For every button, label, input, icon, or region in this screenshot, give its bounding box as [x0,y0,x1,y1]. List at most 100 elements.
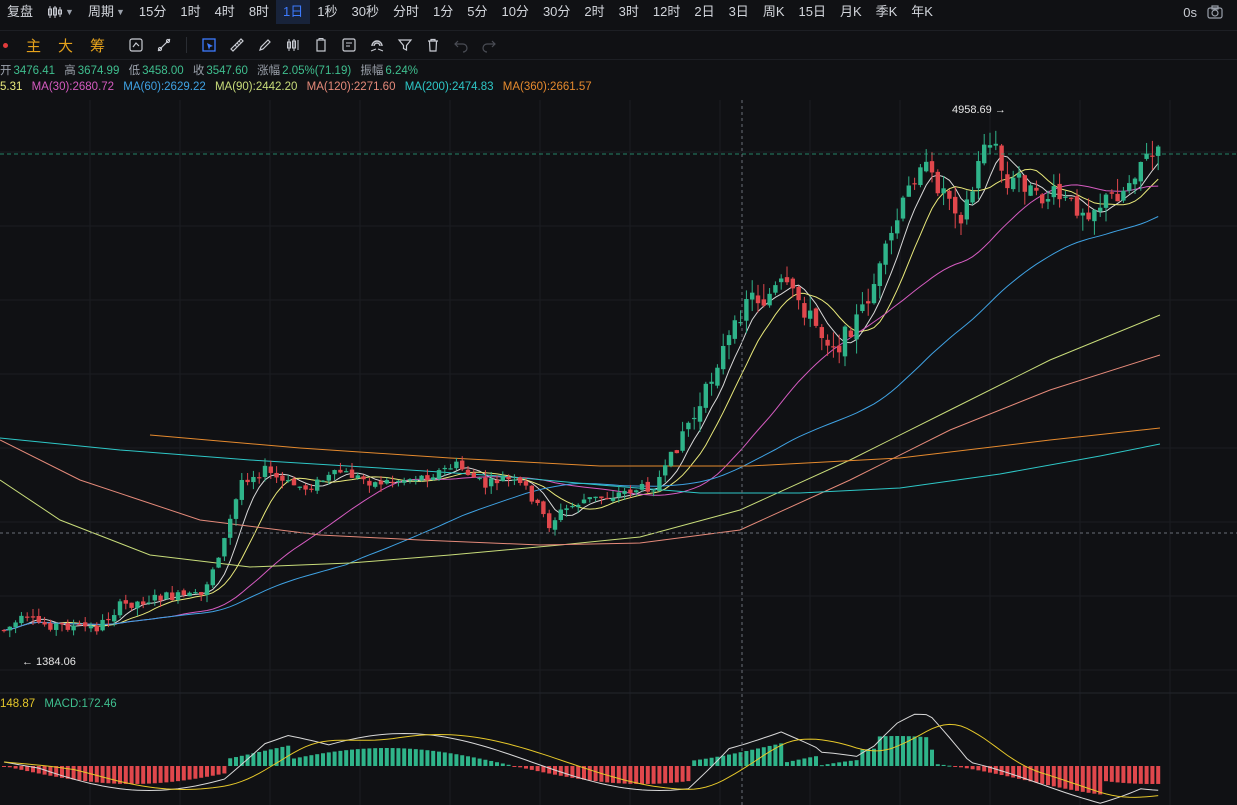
candle-body [1115,193,1120,202]
candle-body [1127,183,1132,191]
macd-bar [402,748,407,766]
pen-icon[interactable] [257,37,273,53]
undo-icon[interactable] [453,37,469,53]
candle-body [83,622,88,627]
macd-bar [669,766,673,783]
period-option[interactable]: 季K [869,0,905,24]
macd-bar [634,766,639,784]
macd-bar [1063,766,1068,789]
macd-bar [796,759,801,766]
period-option[interactable]: 1时 [173,0,207,24]
period-option[interactable]: 15日 [791,0,832,24]
candle-body [274,472,279,478]
camera-icon[interactable] [1207,5,1223,19]
period-option[interactable]: 1秒 [310,0,344,24]
indicator-big-button[interactable]: 大 [58,35,73,56]
period-option[interactable]: 5分 [460,0,494,24]
candle-body [837,345,842,353]
ma200-line [0,437,1161,494]
period-option[interactable]: 30分 [536,0,577,24]
note-icon[interactable] [341,37,357,53]
macd-bar [147,766,151,784]
candle-body [1092,210,1097,222]
ma30-value: MA(30):2680.72 [31,81,115,93]
period-option[interactable]: 年K [904,0,940,24]
period-option[interactable]: 分时 [386,0,426,24]
candlesticks [1,130,1161,638]
macd-bar [1138,766,1143,784]
macd-panel [2,713,1161,804]
candle-body [976,161,981,189]
candle-body [7,626,12,631]
period-option[interactable]: 30秒 [345,0,386,24]
macd-bar [843,761,847,766]
chart-type-button[interactable]: ▼ [40,0,81,24]
magnet-icon[interactable] [369,37,385,53]
candle-body [187,592,192,597]
candle-body [1086,212,1091,220]
indicator-main-button[interactable]: 主 [26,35,41,56]
period-option[interactable]: 15分 [132,0,173,24]
candle-body [349,469,355,478]
macd-bar [1011,766,1016,778]
candle-body [773,285,778,293]
macd-bar [361,748,366,766]
candle-body [262,465,268,478]
candle-body [129,602,134,608]
delete-icon[interactable] [425,37,441,53]
price-chart[interactable]: 4958.69 → ← 1384.06 [0,100,1237,805]
period-option[interactable]: 8时 [242,0,276,24]
candle-body [59,623,65,625]
period-option[interactable]: 10分 [494,0,535,24]
period-option[interactable]: 3时 [612,0,646,24]
candle-body [431,477,436,480]
candle-body [941,188,946,194]
period-option[interactable]: 1日 [276,0,311,24]
candle-body [999,145,1004,171]
candle-body [657,476,662,491]
period-option[interactable]: 4时 [208,0,242,24]
macd-bar [831,763,836,766]
filter-icon[interactable] [397,37,413,53]
macd-bar [437,751,441,766]
candle-body [100,619,105,631]
candle-body [239,479,244,500]
line-drawing-icon[interactable] [156,37,172,53]
macd-bar [413,749,418,766]
candle-body [964,199,969,220]
macd-bar [825,764,830,766]
period-option[interactable]: 2时 [577,0,611,24]
macd-bar [1104,766,1108,782]
macd-bar [529,766,534,770]
macd-bar [692,760,697,766]
redo-icon[interactable] [481,37,497,53]
macd-bar [1080,766,1085,792]
macd-bar [924,737,929,766]
indicator-chips-button[interactable]: 筹 [90,35,105,56]
macd-bar [396,748,401,766]
period-option[interactable]: 1分 [426,0,460,24]
candle-type-icon[interactable] [285,37,301,53]
layer-icon[interactable] [313,37,329,53]
period-option[interactable]: 12时 [646,0,687,24]
review-button[interactable]: 复盘 [0,0,40,24]
macd-bar [785,762,789,766]
ruler-icon[interactable] [229,37,245,53]
period-option[interactable]: 2日 [687,0,721,24]
candle-body [1005,174,1010,189]
indicator-settings-icon[interactable] [128,37,144,53]
select-icon[interactable] [201,37,217,53]
candle-body [1138,161,1143,182]
candle-body [721,345,726,370]
macd-bar [471,757,476,766]
candle-body [396,480,401,483]
period-option[interactable]: 3日 [722,0,756,24]
period-option[interactable]: 月K [833,0,869,24]
period-dropdown[interactable]: 周期 ▼ [81,0,132,24]
period-option[interactable]: 周K [756,0,792,24]
candle-body [454,461,459,469]
macd-bar [106,766,111,784]
ma200-value: MA(200):2474.83 [404,81,494,93]
candle-body [819,327,824,339]
macd-bar [1098,766,1103,795]
